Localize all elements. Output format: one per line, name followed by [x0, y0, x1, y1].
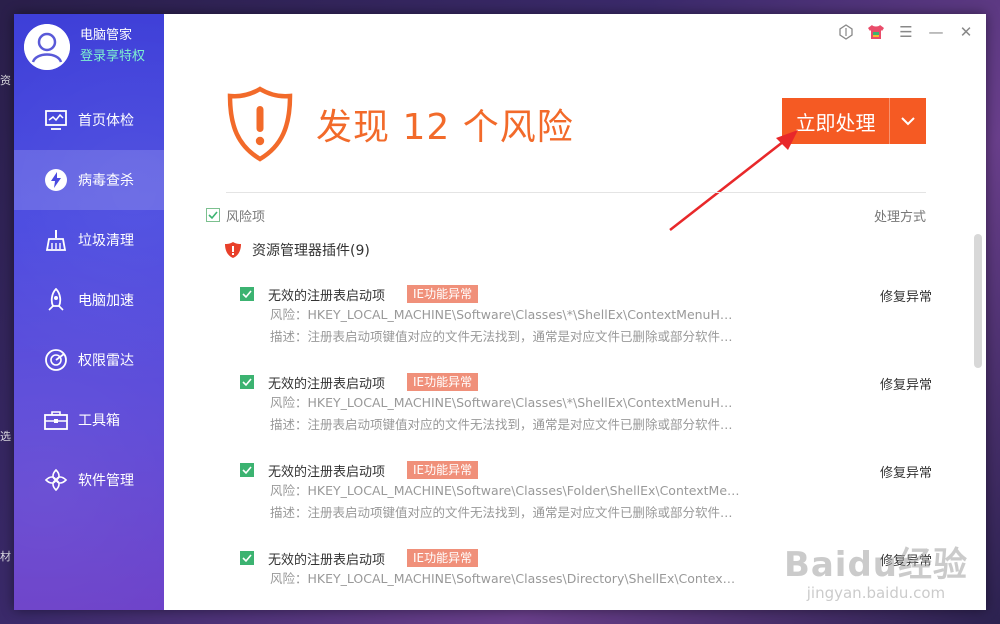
- sidebar-item-software[interactable]: 软件管理: [14, 450, 164, 510]
- sidebar-nav: 首页体检 病毒查杀 垃圾清理 电脑加速 权限雷达 工具箱 软件管理: [14, 90, 164, 510]
- item-risk-path: 风险：HKEY_LOCAL_MACHINE\Software\Classes\*…: [270, 307, 740, 322]
- item-risk-path: 风险：HKEY_LOCAL_MACHINE\Software\Classes\*…: [270, 395, 740, 410]
- fix-action[interactable]: 修复异常: [880, 374, 940, 393]
- list-item: 无效的注册表启动项 IE功能异常 修复异常 风险：HKEY_LOCAL_MACH…: [240, 460, 940, 548]
- item-title: 无效的注册表启动项: [268, 288, 386, 304]
- sidebar-item-label: 工具箱: [78, 413, 120, 429]
- item-checkbox[interactable]: [240, 287, 254, 301]
- user-avatar-icon: [24, 24, 70, 70]
- avatar[interactable]: [24, 24, 70, 70]
- divider: [226, 192, 926, 193]
- close-icon[interactable]: ✕: [956, 22, 976, 42]
- login-link[interactable]: 登录享特权: [80, 47, 145, 67]
- sidebar-item-label: 电脑加速: [78, 293, 134, 309]
- item-description: 描述：注册表启动项键值对应的文件无法找到，通常是对应文件已删除或部分软件卸...: [270, 329, 740, 344]
- scrollbar-thumb[interactable]: [974, 234, 982, 368]
- status-badge: IE功能异常: [407, 285, 479, 303]
- item-risk-path: 风险：HKEY_LOCAL_MACHINE\Software\Classes\D…: [270, 571, 740, 586]
- status-badge: IE功能异常: [407, 461, 479, 479]
- software-icon: [44, 468, 68, 492]
- handle-dropdown-button[interactable]: [890, 98, 926, 144]
- item-title: 无效的注册表启动项: [268, 464, 386, 480]
- window-controls: ☰ — ✕: [836, 22, 976, 42]
- desktop-glyph: 选: [0, 430, 11, 443]
- risk-group-label: 资源管理器插件(9): [252, 243, 370, 259]
- profile: 电脑管家 登录享特权: [24, 24, 145, 70]
- item-description: 描述：注册表启动项键值对应的文件无法找到，通常是对应文件已删除或部分软件卸...: [270, 417, 740, 432]
- menu-icon[interactable]: ☰: [896, 22, 916, 42]
- sidebar-item-label: 权限雷达: [78, 353, 134, 369]
- status-badge: IE功能异常: [407, 549, 479, 567]
- item-checkbox[interactable]: [240, 551, 254, 565]
- feedback-icon[interactable]: [836, 22, 856, 42]
- sidebar: 电脑管家 登录享特权 首页体检 病毒查杀 垃圾清理 电脑加速 权限雷达 工具箱 …: [14, 14, 164, 610]
- sidebar-item-label: 软件管理: [78, 473, 134, 489]
- item-title: 无效的注册表启动项: [268, 552, 386, 568]
- lightning-icon: [44, 168, 68, 192]
- sidebar-item-label: 垃圾清理: [78, 233, 134, 249]
- handle-column-header: 处理方式: [873, 209, 926, 225]
- watermark-logo: Baidu经验: [783, 545, 968, 585]
- sidebar-item-speedup[interactable]: 电脑加速: [14, 270, 164, 330]
- fix-action[interactable]: 修复异常: [880, 462, 940, 481]
- item-risk-path: 风险：HKEY_LOCAL_MACHINE\Software\Classes\F…: [270, 483, 740, 498]
- list-header: 风险项 处理方式: [206, 204, 926, 226]
- chevron-down-icon: [901, 117, 915, 126]
- skin-icon[interactable]: [866, 22, 886, 42]
- item-description: 描述：注册表启动项键值对应的文件无法找到，通常是对应文件已删除或部分软件卸...: [270, 505, 740, 520]
- sidebar-item-virus-scan[interactable]: 病毒查杀: [14, 150, 164, 210]
- headline: 发现 12 个风险: [316, 107, 574, 148]
- rocket-icon: [44, 288, 68, 312]
- shield-alert-icon: [225, 242, 241, 258]
- broom-icon: [44, 228, 68, 252]
- sidebar-item-label: 病毒查杀: [78, 173, 134, 189]
- risk-group[interactable]: 资源管理器插件(9): [224, 240, 370, 260]
- risk-column-header: 风险项: [226, 209, 266, 225]
- desktop-glyph: 资: [0, 74, 11, 87]
- toolbox-icon: [44, 408, 68, 432]
- minimize-icon[interactable]: —: [926, 22, 946, 42]
- item-checkbox[interactable]: [240, 375, 254, 389]
- radar-icon: [44, 348, 68, 372]
- main-panel: ☰ — ✕ 发现 12 个风险 立即处理 风险项 处理方式 资源管理器插件(9)…: [164, 14, 986, 610]
- warning-shield-icon: [227, 86, 293, 162]
- item-checkbox[interactable]: [240, 463, 254, 477]
- list-item: 无效的注册表启动项 IE功能异常 修复异常 风险：HKEY_LOCAL_MACH…: [240, 372, 940, 460]
- fix-action[interactable]: 修复异常: [880, 286, 940, 305]
- list-item: 无效的注册表启动项 IE功能异常 修复异常 风险：HKEY_LOCAL_MACH…: [240, 284, 940, 372]
- sidebar-item-toolbox[interactable]: 工具箱: [14, 390, 164, 450]
- app-name: 电脑管家: [80, 28, 133, 43]
- monitor-icon: [44, 108, 68, 132]
- desktop-glyph: 材: [0, 550, 11, 563]
- watermark-url: jingyan.baidu.com: [806, 584, 946, 602]
- sidebar-item-checkup[interactable]: 首页体检: [14, 90, 164, 150]
- status-badge: IE功能异常: [407, 373, 479, 391]
- select-all-checkbox[interactable]: [206, 208, 220, 222]
- item-title: 无效的注册表启动项: [268, 376, 386, 392]
- sidebar-item-label: 首页体检: [78, 113, 134, 129]
- app-window: 电脑管家 登录享特权 首页体检 病毒查杀 垃圾清理 电脑加速 权限雷达 工具箱 …: [14, 14, 986, 610]
- sidebar-item-permission-radar[interactable]: 权限雷达: [14, 330, 164, 390]
- scan-result-header: 发现 12 个风险: [226, 86, 574, 162]
- sidebar-item-cleanup[interactable]: 垃圾清理: [14, 210, 164, 270]
- watermark: Baidu经验 jingyan.baidu.com: [784, 537, 968, 602]
